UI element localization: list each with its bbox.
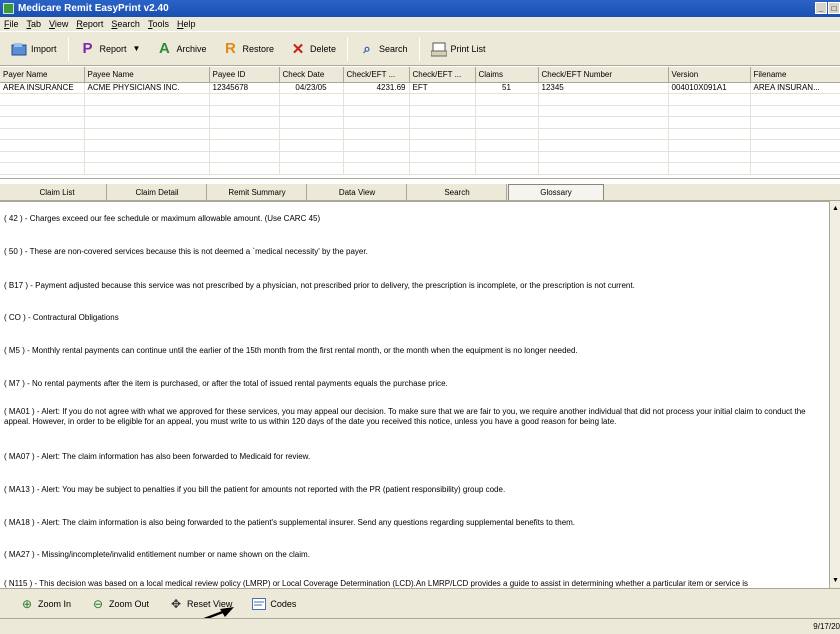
zoom-in-icon: ⊕: [21, 596, 33, 611]
status-date: 9/17/20: [813, 622, 840, 631]
table-cell: ACME PHYSICIANS INC.: [84, 82, 210, 94]
toolbar-separator: [67, 36, 69, 61]
table-cell: 51: [475, 82, 539, 94]
column-header[interactable]: Check/EFT Number: [538, 67, 669, 83]
toolbar-separator: [418, 36, 420, 61]
print-list-button[interactable]: Print List: [424, 35, 493, 63]
tab-data-view[interactable]: Data View: [308, 184, 407, 200]
zoom-out-button[interactable]: ⊖ Zoom Out: [83, 594, 157, 614]
app-icon: [3, 3, 14, 14]
glossary-entry: ( M7 ) - No rental payments after the it…: [4, 379, 448, 388]
menu-report[interactable]: Report: [76, 19, 103, 29]
remit-table: Payer Name Payee Name Payee ID Check Dat…: [0, 67, 840, 175]
search-icon: ⌕: [363, 40, 371, 56]
maximize-button[interactable]: □: [828, 2, 840, 14]
report-button[interactable]: P Report ▼: [73, 35, 148, 63]
import-button[interactable]: Import: [4, 35, 64, 63]
empty-row: [0, 151, 840, 163]
table-cell: AREA INSURAN...: [750, 82, 840, 94]
archive-button[interactable]: A Archive: [149, 35, 213, 63]
scroll-up-icon[interactable]: ▲: [831, 204, 840, 213]
glossary-entry: ( M5 ) - Monthly rental payments can con…: [4, 346, 578, 355]
empty-row: [0, 162, 840, 175]
tab-search[interactable]: Search: [408, 184, 507, 200]
column-header[interactable]: Check Date: [279, 67, 344, 83]
column-header[interactable]: Payee Name: [84, 67, 210, 83]
codes-icon: [252, 597, 267, 611]
table-cell: 04/23/05: [279, 82, 344, 94]
delete-button[interactable]: ✕ Delete: [283, 35, 343, 63]
empty-row: [0, 128, 840, 140]
status-bar: 9/17/20: [0, 618, 840, 634]
glossary-entry: ( 50 ) - These are non-covered services …: [4, 247, 368, 256]
glossary-panel: ( 42 ) - Charges exceed our fee schedule…: [0, 201, 829, 588]
minimize-button[interactable]: _: [815, 2, 827, 14]
table-cell: 004010X091A1: [668, 82, 751, 94]
table-cell: 12345: [538, 82, 669, 94]
tab-claim-detail[interactable]: Claim Detail: [108, 184, 207, 200]
glossary-entry: ( MA18 ) - Alert: The claim information …: [4, 518, 576, 527]
table-cell: 12345678: [209, 82, 280, 94]
toolbar: Import P Report ▼ A Archive R Restore ✕ …: [0, 31, 840, 66]
empty-row: [0, 139, 840, 152]
table-cell: EFT: [409, 82, 476, 94]
report-icon: P: [82, 40, 93, 57]
glossary-entry: ( MA27 ) - Missing/incomplete/invalid en…: [4, 550, 310, 559]
delete-icon: ✕: [291, 40, 305, 58]
tab-claim-list[interactable]: Claim List: [8, 184, 107, 200]
column-header[interactable]: Check/EFT ...: [409, 67, 476, 83]
table-row[interactable]: AREA INSURANCE ACME PHYSICIANS INC. 1234…: [0, 82, 840, 94]
table-cell: AREA INSURANCE: [0, 82, 85, 94]
toolbar-separator: [347, 36, 348, 61]
import-icon: [11, 40, 27, 58]
glossary-entry: ( B17 ) - Payment adjusted because this …: [4, 281, 635, 290]
zoom-toolbar: ⊕ Zoom In ⊖ Zoom Out ✥ Reset View Codes: [0, 588, 840, 618]
window-controls: _ □: [815, 2, 840, 14]
glossary-entry: ( CO ) - Contractural Obligations: [4, 313, 119, 322]
tab-glossary[interactable]: Glossary: [508, 184, 604, 200]
column-header[interactable]: Payee ID: [209, 67, 280, 83]
glossary-entry: ( MA07 ) - Alert: The claim information …: [4, 452, 311, 461]
column-header[interactable]: Version: [668, 67, 751, 83]
zoom-out-icon: ⊖: [92, 596, 104, 611]
menu-tools[interactable]: Tools: [148, 19, 169, 29]
table-cell: 4231.69: [343, 82, 410, 94]
restore-icon: R: [225, 40, 236, 57]
menu-tab[interactable]: Tab: [27, 19, 42, 29]
menu-help[interactable]: Help: [177, 19, 196, 29]
column-header[interactable]: Check/EFT ...: [343, 67, 410, 83]
tab-remit-summary[interactable]: Remit Summary: [208, 184, 307, 200]
title-bar: Medicare Remit EasyPrint v2.40 _ □: [0, 0, 840, 17]
column-header[interactable]: Filename: [750, 67, 840, 83]
zoom-in-button[interactable]: ⊕ Zoom In: [12, 594, 79, 614]
glossary-entry: ( MA13 ) - Alert: You may be subject to …: [4, 485, 506, 494]
glossary-entry: ( 42 ) - Charges exceed our fee schedule…: [4, 214, 321, 223]
search-button[interactable]: ⌕ Search: [352, 35, 415, 63]
empty-row: [0, 93, 840, 106]
remit-grid: Payer Name Payee Name Payee ID Check Dat…: [0, 67, 840, 179]
glossary-entry: ( MA01 ) - Alert: If you do not agree wi…: [4, 407, 806, 426]
codes-button[interactable]: Codes: [244, 594, 304, 614]
menu-view[interactable]: View: [49, 19, 68, 29]
glossary-entry: ( N115 ) - This decision was based on a …: [4, 579, 749, 588]
scroll-down-icon[interactable]: ▼: [831, 576, 840, 585]
empty-row: [0, 105, 840, 117]
vertical-scrollbar[interactable]: ▲ ▼: [829, 201, 840, 588]
table-header-row: Payer Name Payee Name Payee ID Check Dat…: [0, 67, 840, 83]
menu-bar: File Tab View Report Search Tools Help: [0, 17, 840, 31]
chevron-down-icon[interactable]: ▼: [133, 44, 141, 53]
empty-row: [0, 116, 840, 129]
archive-icon: A: [159, 40, 170, 57]
column-header[interactable]: Claims: [475, 67, 539, 83]
column-header[interactable]: Payer Name: [0, 67, 85, 83]
tab-strip: Claim List Claim Detail Remit Summary Da…: [0, 184, 840, 201]
menu-file[interactable]: File: [4, 19, 19, 29]
restore-button[interactable]: R Restore: [215, 35, 281, 63]
menu-search[interactable]: Search: [111, 19, 140, 29]
print-icon: [430, 40, 447, 58]
window-title: Medicare Remit EasyPrint v2.40: [18, 3, 169, 14]
